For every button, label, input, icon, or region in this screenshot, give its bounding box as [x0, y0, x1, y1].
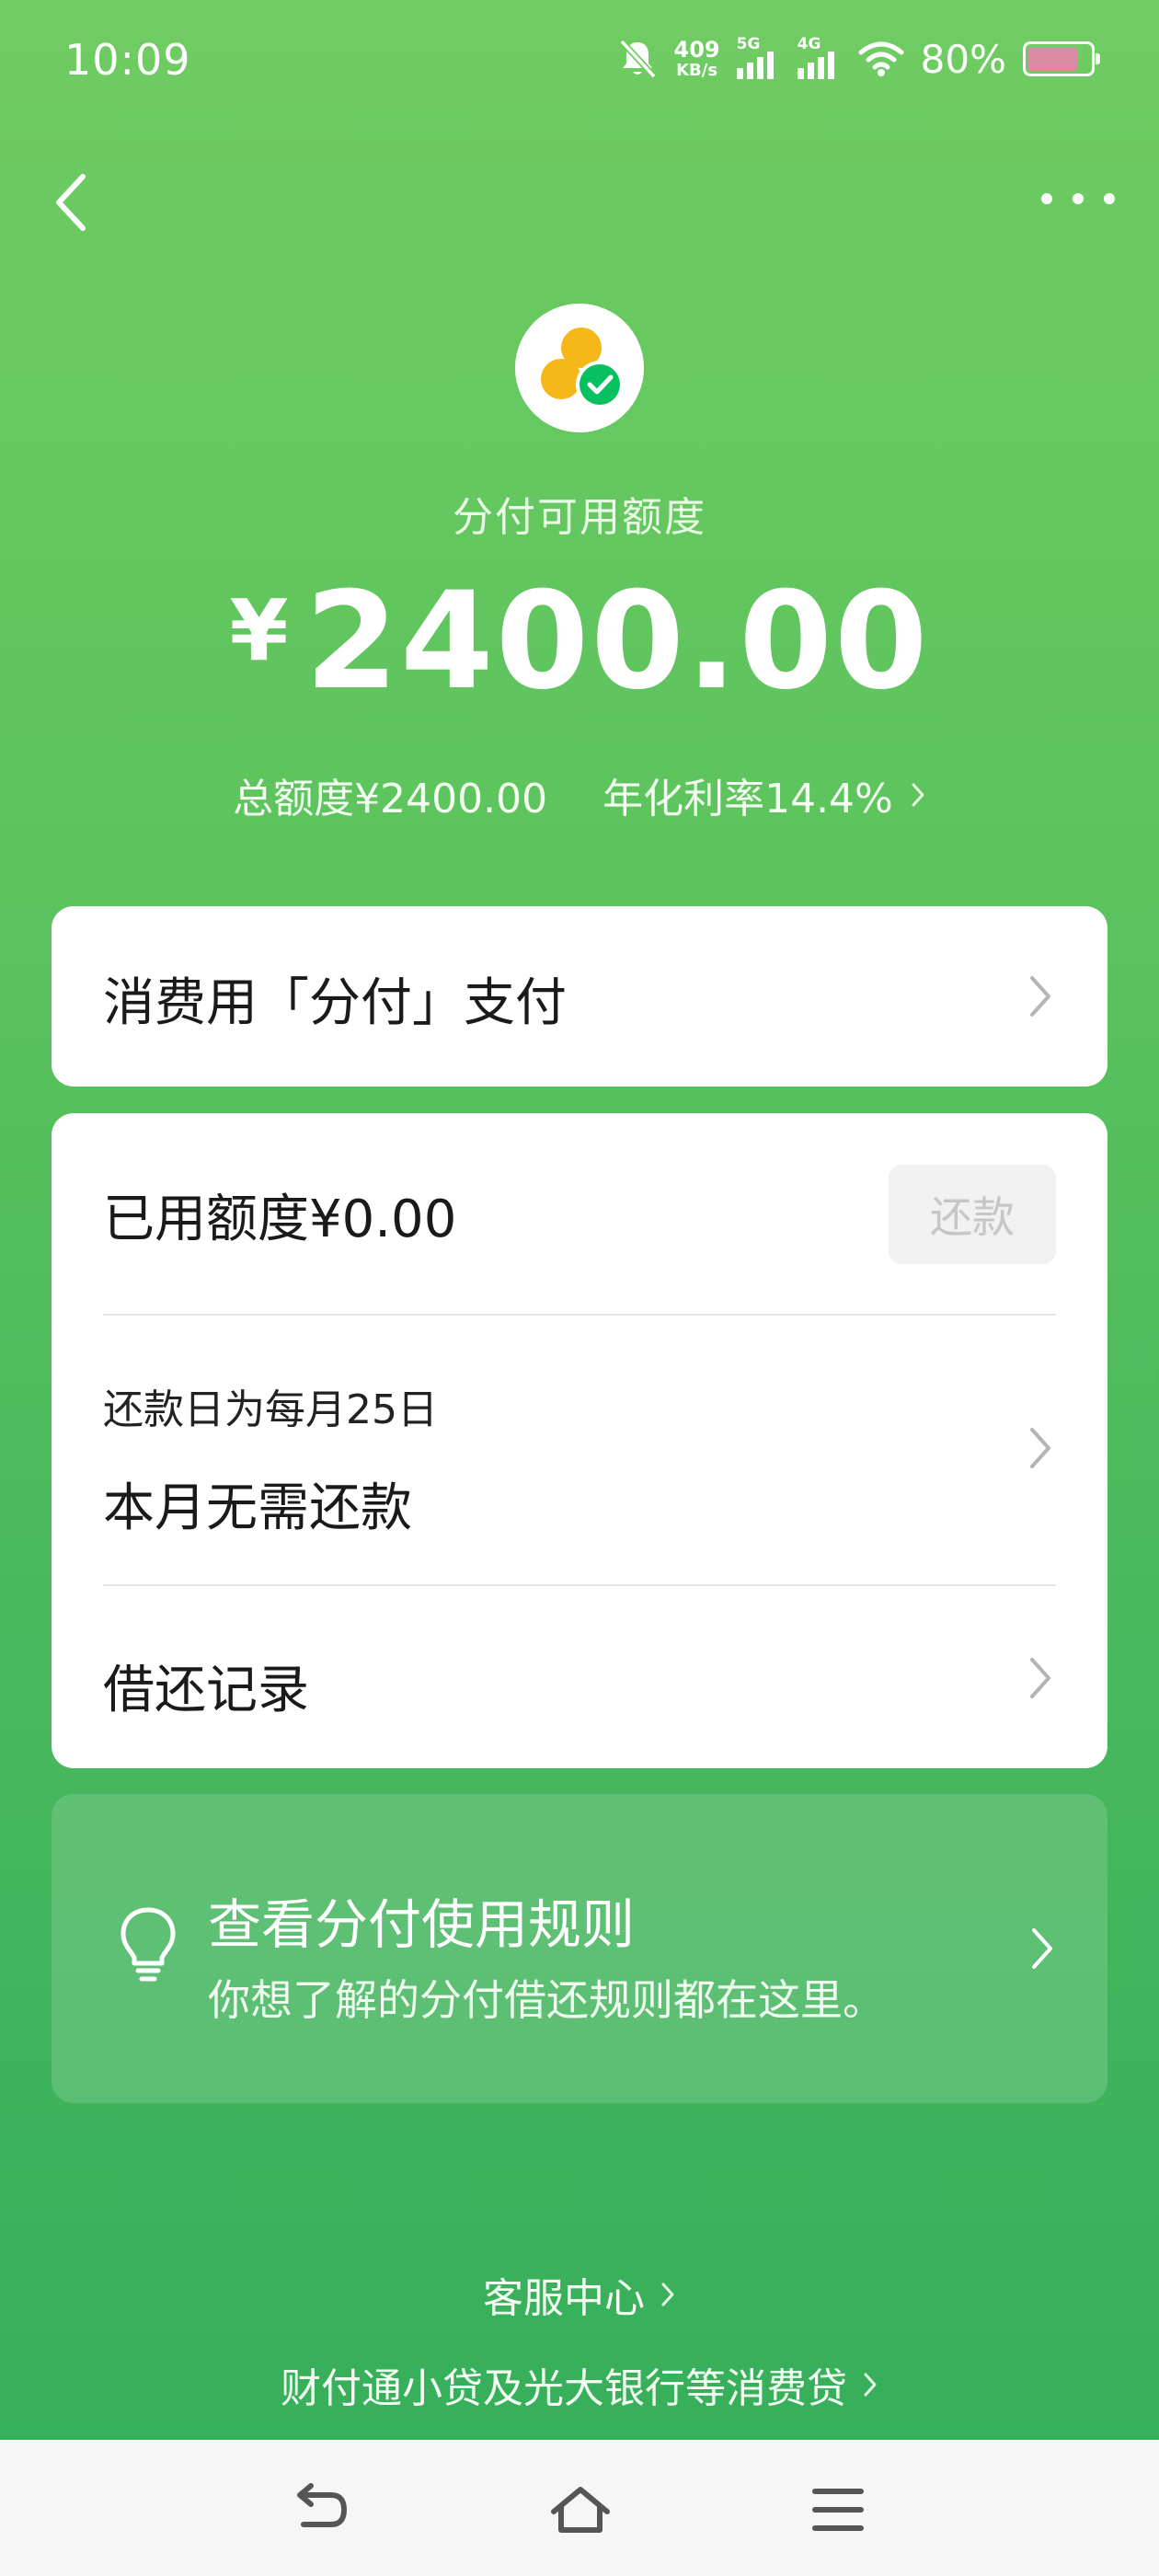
home-icon[interactable]: [548, 2482, 613, 2537]
signal-5g-icon: 5G: [736, 35, 781, 79]
status-bar: 10:09 409 KB/s 5G 4G 80%: [0, 0, 1159, 129]
repayment-status: 本月无需还款: [103, 1478, 412, 1538]
chevron-right-icon: [1030, 976, 1050, 1017]
fenfu-logo-icon: [515, 304, 644, 432]
back-gesture-icon[interactable]: [291, 2482, 355, 2537]
chevron-right-icon: [661, 2283, 674, 2306]
chevron-right-icon: [912, 783, 924, 807]
status-icons: 409 KB/s 5G 4G 80%: [617, 31, 1100, 86]
lightbulb-icon: [120, 1907, 176, 1982]
system-navigation-bar: [0, 2440, 1159, 2576]
back-arrow-icon[interactable]: [48, 166, 103, 239]
screen: 10:09 409 KB/s 5G 4G 80% 分付可用额度 ¥ 2400.0…: [0, 0, 1159, 2576]
repayment-date-row[interactable]: 还款日为每月25日 本月无需还款: [52, 1316, 1107, 1582]
customer-service-label: 客服中心: [483, 2275, 645, 2322]
signal-4g-label: 4G: [797, 35, 821, 53]
status-time: 10:09: [64, 35, 191, 85]
chevron-right-icon: [1030, 1658, 1050, 1698]
chevron-right-icon: [1032, 1928, 1052, 1969]
battery-icon: [1023, 41, 1100, 76]
currency-symbol: ¥: [229, 581, 289, 680]
network-speed: 409 KB/s: [674, 39, 720, 79]
usage-rules-card[interactable]: 查看分付使用规则 你想了解的分付借还规则都在这里。: [52, 1794, 1107, 2103]
usage-card: 已用额度¥0.00 还款 还款日为每月25日 本月无需还款 借还记录: [52, 1113, 1107, 1768]
available-limit-label: 分付可用额度: [453, 494, 706, 541]
available-amount: ¥2400.00: [0, 563, 1159, 719]
wifi-icon: [858, 41, 904, 76]
menu-icon[interactable]: [806, 2482, 870, 2537]
bell-muted-icon: [618, 39, 657, 79]
pay-with-fenfu-label: 消费用「分付」支付: [103, 973, 567, 1033]
borrow-repay-records-label: 借还记录: [103, 1661, 309, 1720]
lenders-link[interactable]: 财付通小贷及光大银行等消费贷: [0, 2355, 1159, 2414]
lenders-label: 财付通小贷及光大银行等消费贷: [281, 2365, 847, 2412]
customer-service-link[interactable]: 客服中心: [0, 2265, 1159, 2324]
signal-4g-icon: 4G: [797, 35, 842, 79]
chevron-right-icon: [864, 2373, 877, 2397]
more-options-icon[interactable]: [1041, 180, 1115, 217]
annual-rate-text: 年化利率14.4%: [602, 776, 893, 822]
annual-rate-link[interactable]: 年化利率14.4%: [602, 765, 926, 824]
total-limit: 总额度¥2400.00: [233, 776, 548, 822]
pay-with-fenfu-card[interactable]: 消费用「分付」支付: [52, 906, 1107, 1087]
battery-percent: 80%: [920, 36, 1006, 82]
limit-summary: 总额度¥2400.00 年化利率14.4%: [0, 765, 1159, 824]
used-limit-label: 已用额度¥0.00: [103, 1190, 457, 1249]
signal-5g-label: 5G: [736, 35, 761, 53]
network-speed-unit: KB/s: [676, 61, 718, 80]
repayment-day-label: 还款日为每月25日: [103, 1386, 438, 1433]
borrow-repay-records-row[interactable]: 借还记录: [52, 1586, 1107, 1768]
available-amount-value: 2400.00: [304, 563, 930, 719]
network-speed-value: 409: [673, 37, 720, 63]
usage-rules-title: 查看分付使用规则: [208, 1893, 636, 1956]
chevron-right-icon: [1030, 1428, 1050, 1468]
repay-button[interactable]: 还款: [889, 1165, 1056, 1264]
usage-rules-subtitle: 你想了解的分付借还规则都在这里。: [208, 1975, 885, 2025]
